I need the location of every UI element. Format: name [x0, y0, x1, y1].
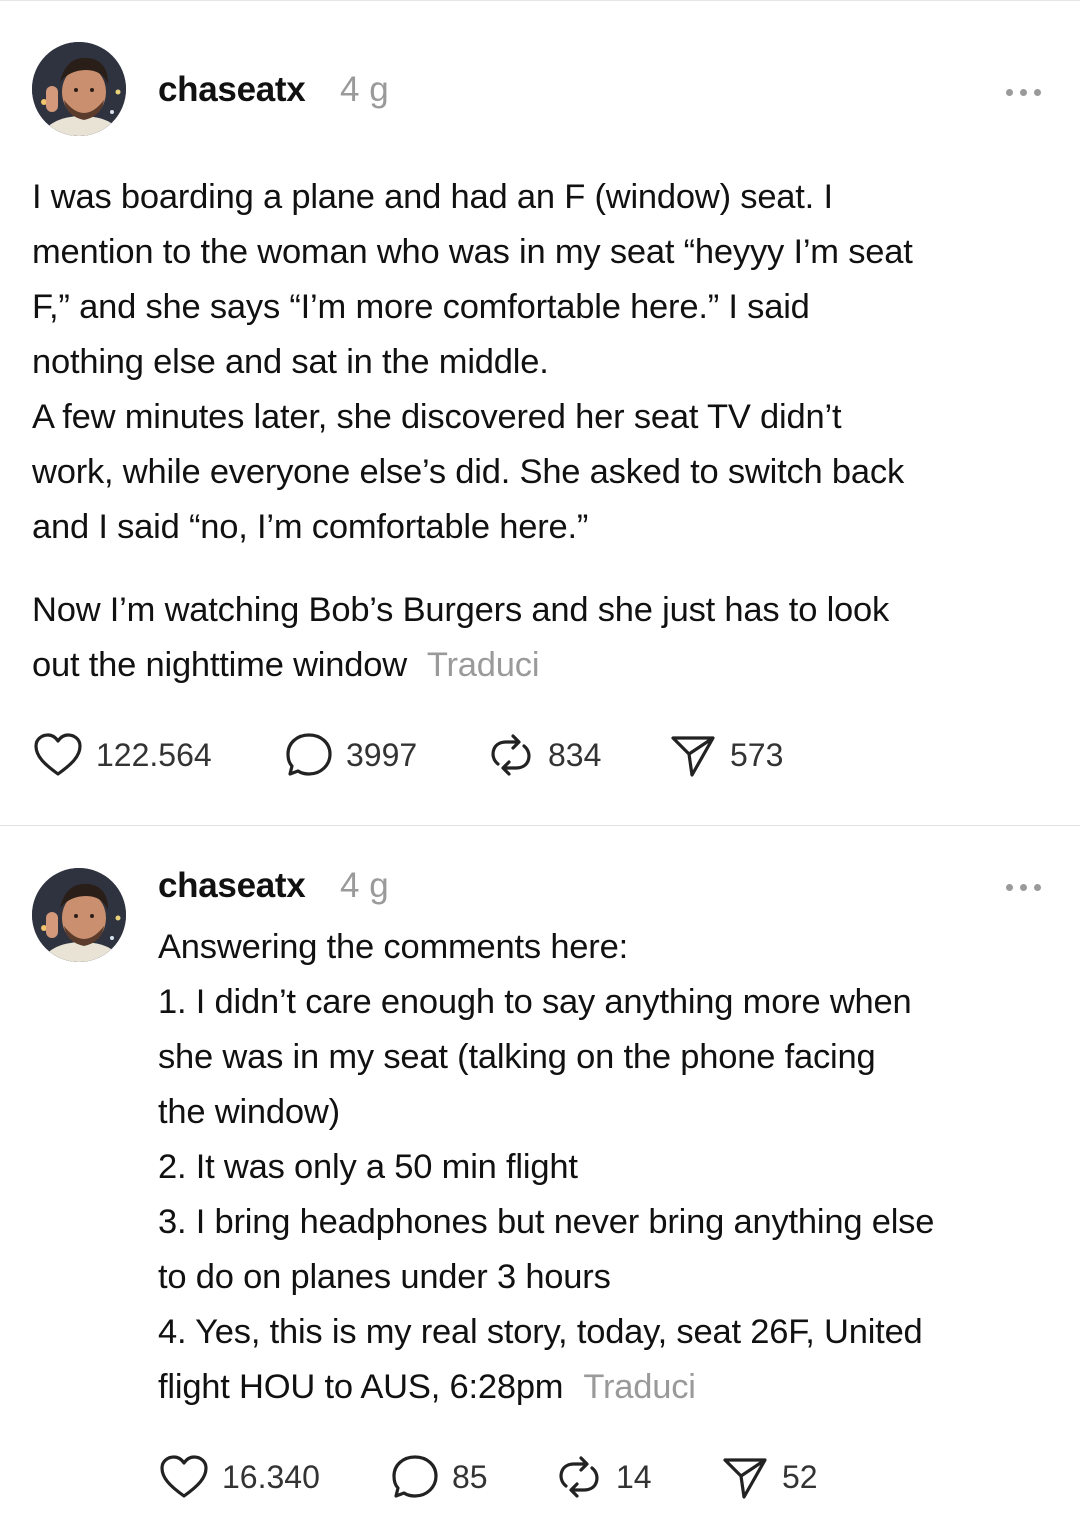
post-text-line: I was boarding a plane and had an F (win…	[32, 178, 833, 216]
like-button[interactable]: 16.340	[158, 1452, 320, 1502]
post-text-line: to do on planes under 3 hours	[158, 1258, 611, 1296]
post-actions: 122.564 3997 834 573	[32, 730, 832, 780]
comment-button[interactable]: 85	[390, 1452, 488, 1502]
comment-count: 85	[452, 1458, 488, 1495]
repost-count: 834	[548, 736, 602, 773]
like-button[interactable]: 122.564	[32, 730, 212, 780]
thread-post: chaseatx 4 g Answering the comments here…	[0, 826, 1080, 1536]
post-text-line: 2. It was only a 50 min flight	[158, 1148, 578, 1186]
heart-icon	[160, 1455, 208, 1498]
translate-link[interactable]: Traduci	[583, 1368, 696, 1406]
post-text: I was boarding a plane and had an F (win…	[32, 170, 913, 555]
share-button[interactable]: 573	[668, 730, 783, 780]
avatar[interactable]	[32, 42, 126, 136]
post-actions: 16.340 85 14 52	[158, 1452, 858, 1502]
post-text-paragraph: Now I’m watching Bob’s Burgers and she j…	[32, 583, 889, 693]
post-text-line: Answering the comments here:	[158, 928, 628, 966]
like-count: 16.340	[222, 1458, 320, 1495]
repost-button[interactable]: 834	[486, 730, 601, 780]
post-text-line: Now I’m watching Bob’s Burgers and she j…	[32, 591, 890, 629]
translate-link[interactable]: Traduci	[427, 646, 540, 684]
post-text-line: mention to the woman who was in my seat …	[32, 233, 913, 271]
share-count: 52	[782, 1458, 818, 1495]
post-text-line: she was in my seat (talking on the phone…	[158, 1038, 876, 1076]
post-text: Answering the comments here: 1. I didn’t…	[158, 920, 934, 1415]
comment-icon	[392, 1455, 438, 1498]
post-text-line: 1. I didn’t care enough to say anything …	[158, 983, 912, 1021]
post-text-line: nothing else and sat in the middle.	[32, 343, 549, 381]
comment-icon	[286, 733, 332, 776]
post-text-line: and I said “no, I’m comfortable here.”	[32, 508, 589, 546]
comment-count: 3997	[346, 736, 418, 773]
post-text-line: the window)	[158, 1093, 340, 1131]
username[interactable]: chaseatx	[158, 866, 306, 906]
post-time: 4 g	[340, 70, 389, 109]
post-text-line: 4. Yes, this is my real story, today, se…	[158, 1313, 923, 1351]
post-text-line: F,” and she says “I’m more comfortable h…	[32, 288, 810, 326]
more-options-icon[interactable]	[1004, 878, 1044, 898]
send-icon	[671, 736, 715, 777]
comment-button[interactable]: 3997	[284, 730, 417, 780]
repost-button[interactable]: 14	[554, 1452, 652, 1502]
post-text-line: out the nighttime window Traduci	[32, 638, 889, 693]
repost-count: 14	[616, 1458, 652, 1495]
send-icon	[723, 1458, 767, 1499]
post-time: 4 g	[340, 866, 389, 905]
heart-icon	[34, 733, 82, 776]
repost-icon	[491, 734, 531, 776]
post-text-line: work, while everyone else’s did. She ask…	[32, 453, 904, 491]
avatar[interactable]	[32, 868, 126, 962]
thread-post: chaseatx 4 g I was boarding a plane and …	[0, 0, 1080, 825]
like-count: 122.564	[96, 736, 212, 773]
post-text-fragment: out the nighttime window	[32, 646, 407, 684]
post-text-line: flight HOU to AUS, 6:28pm Traduci	[158, 1360, 934, 1415]
post-text-fragment: flight HOU to AUS, 6:28pm	[158, 1368, 564, 1406]
username[interactable]: chaseatx	[158, 70, 306, 110]
post-text-line: 3. I bring headphones but never bring an…	[158, 1203, 935, 1241]
repost-icon	[559, 1456, 599, 1498]
share-button[interactable]: 52	[720, 1452, 818, 1502]
more-options-icon[interactable]	[1004, 83, 1044, 103]
share-count: 573	[730, 736, 784, 773]
post-text-line: A few minutes later, she discovered her …	[32, 398, 842, 436]
